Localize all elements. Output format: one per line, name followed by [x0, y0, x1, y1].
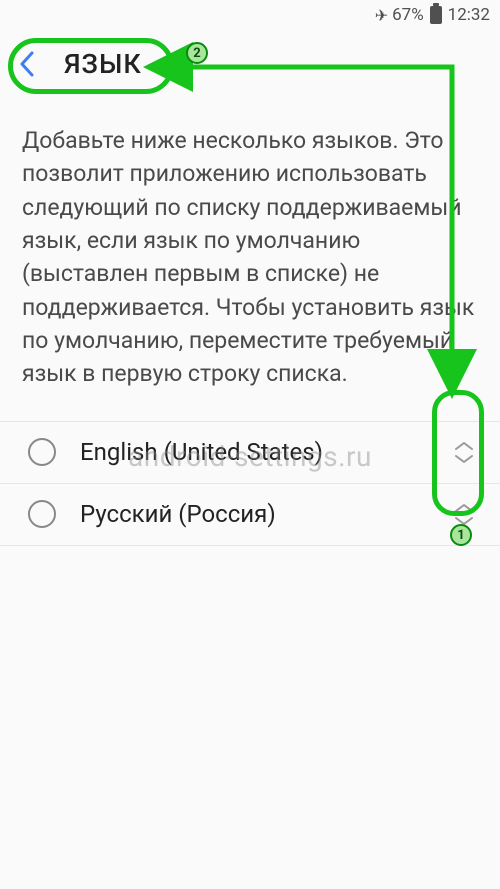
back-button[interactable] — [16, 53, 38, 75]
chevron-left-icon — [18, 51, 36, 77]
chevron-up-icon — [454, 441, 474, 451]
reorder-handle[interactable] — [450, 503, 478, 526]
list-item[interactable]: Русский (Россия) — [0, 484, 500, 546]
battery-icon — [430, 6, 442, 24]
list-item[interactable]: English (United States) — [0, 422, 500, 484]
airplane-mode-icon: ✈ — [375, 6, 388, 25]
radio-unchecked-icon[interactable] — [28, 500, 56, 528]
battery-percent: 67% — [392, 5, 424, 25]
language-label: English (United States) — [80, 438, 426, 466]
clock: 12:32 — [448, 5, 490, 25]
radio-unchecked-icon[interactable] — [28, 438, 56, 466]
description-text: Добавьте ниже несколько языков. Это позв… — [0, 102, 500, 421]
page-title: ЯЗЫК — [64, 48, 142, 80]
chevron-up-icon — [454, 503, 474, 513]
language-list: English (United States) Русский (Россия) — [0, 421, 500, 546]
chevron-down-icon — [454, 516, 474, 526]
status-bar: ✈ 67% 12:32 — [0, 0, 500, 30]
chevron-down-icon — [454, 454, 474, 464]
language-label: Русский (Россия) — [80, 500, 426, 528]
reorder-handle[interactable] — [450, 441, 478, 464]
app-header: ЯЗЫК — [0, 30, 500, 102]
